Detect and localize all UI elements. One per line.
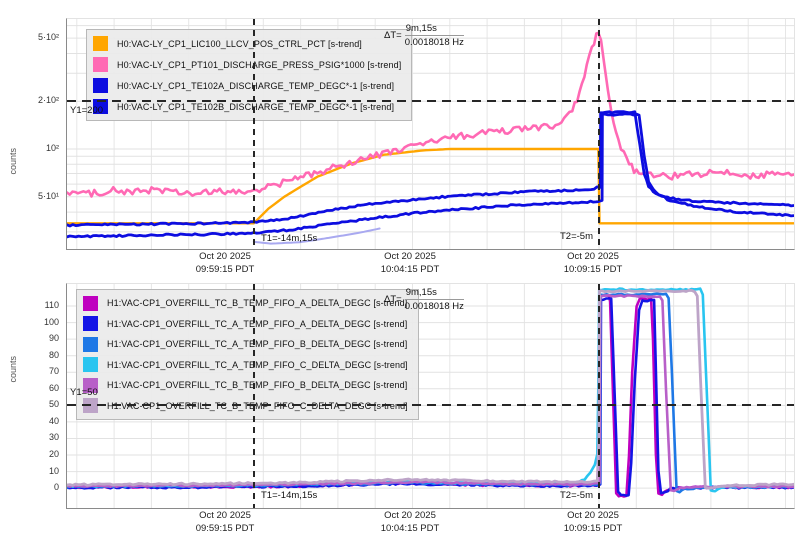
t2-cursor-label: T2=-5m (560, 490, 593, 501)
legend-top: H0:VAC-LY_CP1_LIC100_LLCV_POS_CTRL_PCT [… (86, 29, 413, 121)
y-tick-label: 20 (48, 449, 59, 459)
y-tick-label: 110 (44, 300, 59, 310)
x-tick-time: 09:59:15 PDT (195, 263, 255, 275)
series-color-swatch (93, 36, 108, 51)
y1-threshold-label: Y1=200 (70, 105, 104, 116)
x-tick-date: Oct 20 2025 (199, 251, 251, 262)
delta-t-annotation: ΔT= 9m,15s 0.0018018 Hz (384, 287, 464, 312)
series-name: H0:VAC-LY_CP1_LIC100_LLCV_POS_CTRL_PCT [… (117, 38, 362, 49)
t2-cursor-line[interactable] (598, 284, 600, 508)
legend-item[interactable]: H1:VAC-CP1_OVERFILL_TC_A_TEMP_FIFO_C_DEL… (83, 355, 408, 376)
x-tick-time: 10:04:15 PDT (380, 263, 440, 275)
series-name: H0:VAC-LY_CP1_TE102B_DISCHARGE_TEMP_DEGC… (117, 101, 395, 112)
y1-threshold-line[interactable] (67, 404, 794, 406)
plot-area-bottom[interactable]: H1:VAC-CP1_OVERFILL_TC_B_TEMP_FIFO_A_DEL… (66, 283, 795, 509)
y-tick-label: 2·10² (37, 95, 59, 105)
delta-t-frequency: 0.0018018 Hz (404, 37, 464, 48)
t1-cursor-line[interactable] (253, 284, 255, 508)
x-tick-date: Oct 20 2025 (199, 510, 251, 521)
y-tick-label: 70 (48, 366, 59, 376)
x-tick-date: Oct 20 2025 (384, 251, 436, 262)
trend-viewer-canvas: { "chart_data": [ { "type": "line", "yla… (0, 0, 804, 551)
series-color-swatch (93, 78, 108, 93)
x-tick-time: 10:09:15 PDT (563, 522, 623, 534)
delta-t-label: ΔT= (384, 30, 402, 41)
series-name: H0:VAC-LY_CP1_TE102A_DISCHARGE_TEMP_DEGC… (117, 80, 395, 91)
series-line-2 (67, 110, 794, 228)
series-color-swatch (83, 336, 98, 352)
plot-area-top[interactable]: H0:VAC-LY_CP1_LIC100_LLCV_POS_CTRL_PCT [… (66, 18, 795, 250)
y-axis-ticks: 110 100 90 80 70 60 50 40 30 20 10 0 (0, 283, 62, 507)
x-tick-label: Oct 20 2025 10:04:15 PDT (381, 251, 440, 276)
y-tick-label: 0 (53, 482, 59, 492)
x-tick-label: Oct 20 2025 09:59:15 PDT (196, 510, 255, 535)
series-name: H1:VAC-CP1_OVERFILL_TC_B_TEMP_FIFO_B_DEL… (107, 380, 408, 391)
delta-t-duration: 9m,15s (404, 23, 464, 36)
t2-cursor-line[interactable] (598, 19, 600, 249)
series-name: H0:VAC-LY_CP1_PT101_DISCHARGE_PRESS_PSIG… (117, 59, 402, 70)
t1-cursor-line[interactable] (253, 19, 255, 249)
series-color-swatch (83, 357, 98, 373)
legend-item[interactable]: H0:VAC-LY_CP1_LIC100_LLCV_POS_CTRL_PCT [… (93, 33, 401, 54)
legend-item[interactable]: H1:VAC-CP1_OVERFILL_TC_B_TEMP_FIFO_A_DEL… (83, 293, 408, 314)
delta-t-annotation: ΔT= 9m,15s 0.0018018 Hz (384, 23, 464, 48)
x-tick-date: Oct 20 2025 (567, 251, 619, 262)
series-name: H1:VAC-CP1_OVERFILL_TC_A_TEMP_FIFO_B_DEL… (107, 339, 408, 350)
legend-item[interactable]: H0:VAC-LY_CP1_PT101_DISCHARGE_PRESS_PSIG… (93, 54, 401, 75)
x-tick-time: 09:59:15 PDT (195, 522, 255, 534)
x-tick-time: 10:04:15 PDT (380, 522, 440, 534)
series-name: H1:VAC-CP1_OVERFILL_TC_A_TEMP_FIFO_C_DEL… (107, 359, 408, 370)
series-name: H1:VAC-CP1_OVERFILL_TC_B_TEMP_FIFO_A_DEL… (107, 298, 408, 309)
x-tick-label: Oct 20 2025 09:59:15 PDT (196, 251, 255, 276)
y-tick-label: 10² (45, 143, 59, 153)
y1-threshold-label: Y1=50 (70, 387, 98, 398)
series-color-swatch (83, 316, 98, 332)
delta-t-frequency: 0.0018018 Hz (404, 301, 464, 312)
x-tick-time: 10:09:15 PDT (563, 263, 623, 275)
t2-cursor-label: T2=-5m (560, 231, 593, 242)
legend-bottom: H1:VAC-CP1_OVERFILL_TC_B_TEMP_FIFO_A_DEL… (76, 289, 419, 420)
series-color-swatch (83, 295, 98, 311)
y-tick-label: 50 (48, 399, 59, 409)
series-name: H1:VAC-CP1_OVERFILL_TC_A_TEMP_FIFO_A_DEL… (107, 318, 408, 329)
t1-cursor-label: T1=-14m,15s (261, 490, 318, 501)
x-tick-date: Oct 20 2025 (384, 510, 436, 521)
delta-t-label: ΔT= (384, 294, 402, 305)
y-tick-label: 10 (48, 466, 59, 476)
x-tick-label: Oct 20 2025 10:09:15 PDT (564, 510, 623, 535)
y-tick-label: 100 (43, 317, 59, 327)
series-color-swatch (93, 57, 108, 72)
x-tick-label: Oct 20 2025 10:04:15 PDT (381, 510, 440, 535)
delta-t-duration: 9m,15s (404, 287, 464, 300)
legend-item[interactable]: H1:VAC-CP1_OVERFILL_TC_B_TEMP_FIFO_B_DEL… (83, 375, 408, 396)
y-tick-label: 40 (48, 416, 59, 426)
series-line-3 (67, 112, 794, 239)
y-tick-label: 80 (48, 350, 59, 360)
y1-threshold-line[interactable] (67, 100, 794, 102)
legend-item[interactable]: H0:VAC-LY_CP1_TE102A_DISCHARGE_TEMP_DEGC… (93, 75, 401, 96)
legend-item[interactable]: H1:VAC-CP1_OVERFILL_TC_A_TEMP_FIFO_B_DEL… (83, 334, 408, 355)
y-tick-label: 90 (48, 333, 59, 343)
x-tick-date: Oct 20 2025 (567, 510, 619, 521)
legend-item[interactable]: H1:VAC-CP1_OVERFILL_TC_A_TEMP_FIFO_A_DEL… (83, 314, 408, 335)
x-tick-label: Oct 20 2025 10:09:15 PDT (564, 251, 623, 276)
y-tick-label: 5·10¹ (37, 191, 59, 201)
y-tick-label: 30 (48, 432, 59, 442)
y-axis-ticks: 5·10² 2·10² 10² 5·10¹ (0, 18, 62, 248)
y-tick-label: 60 (48, 383, 59, 393)
y-tick-label: 5·10² (37, 32, 59, 42)
t1-cursor-label: T1=-14m,15s (261, 233, 318, 244)
